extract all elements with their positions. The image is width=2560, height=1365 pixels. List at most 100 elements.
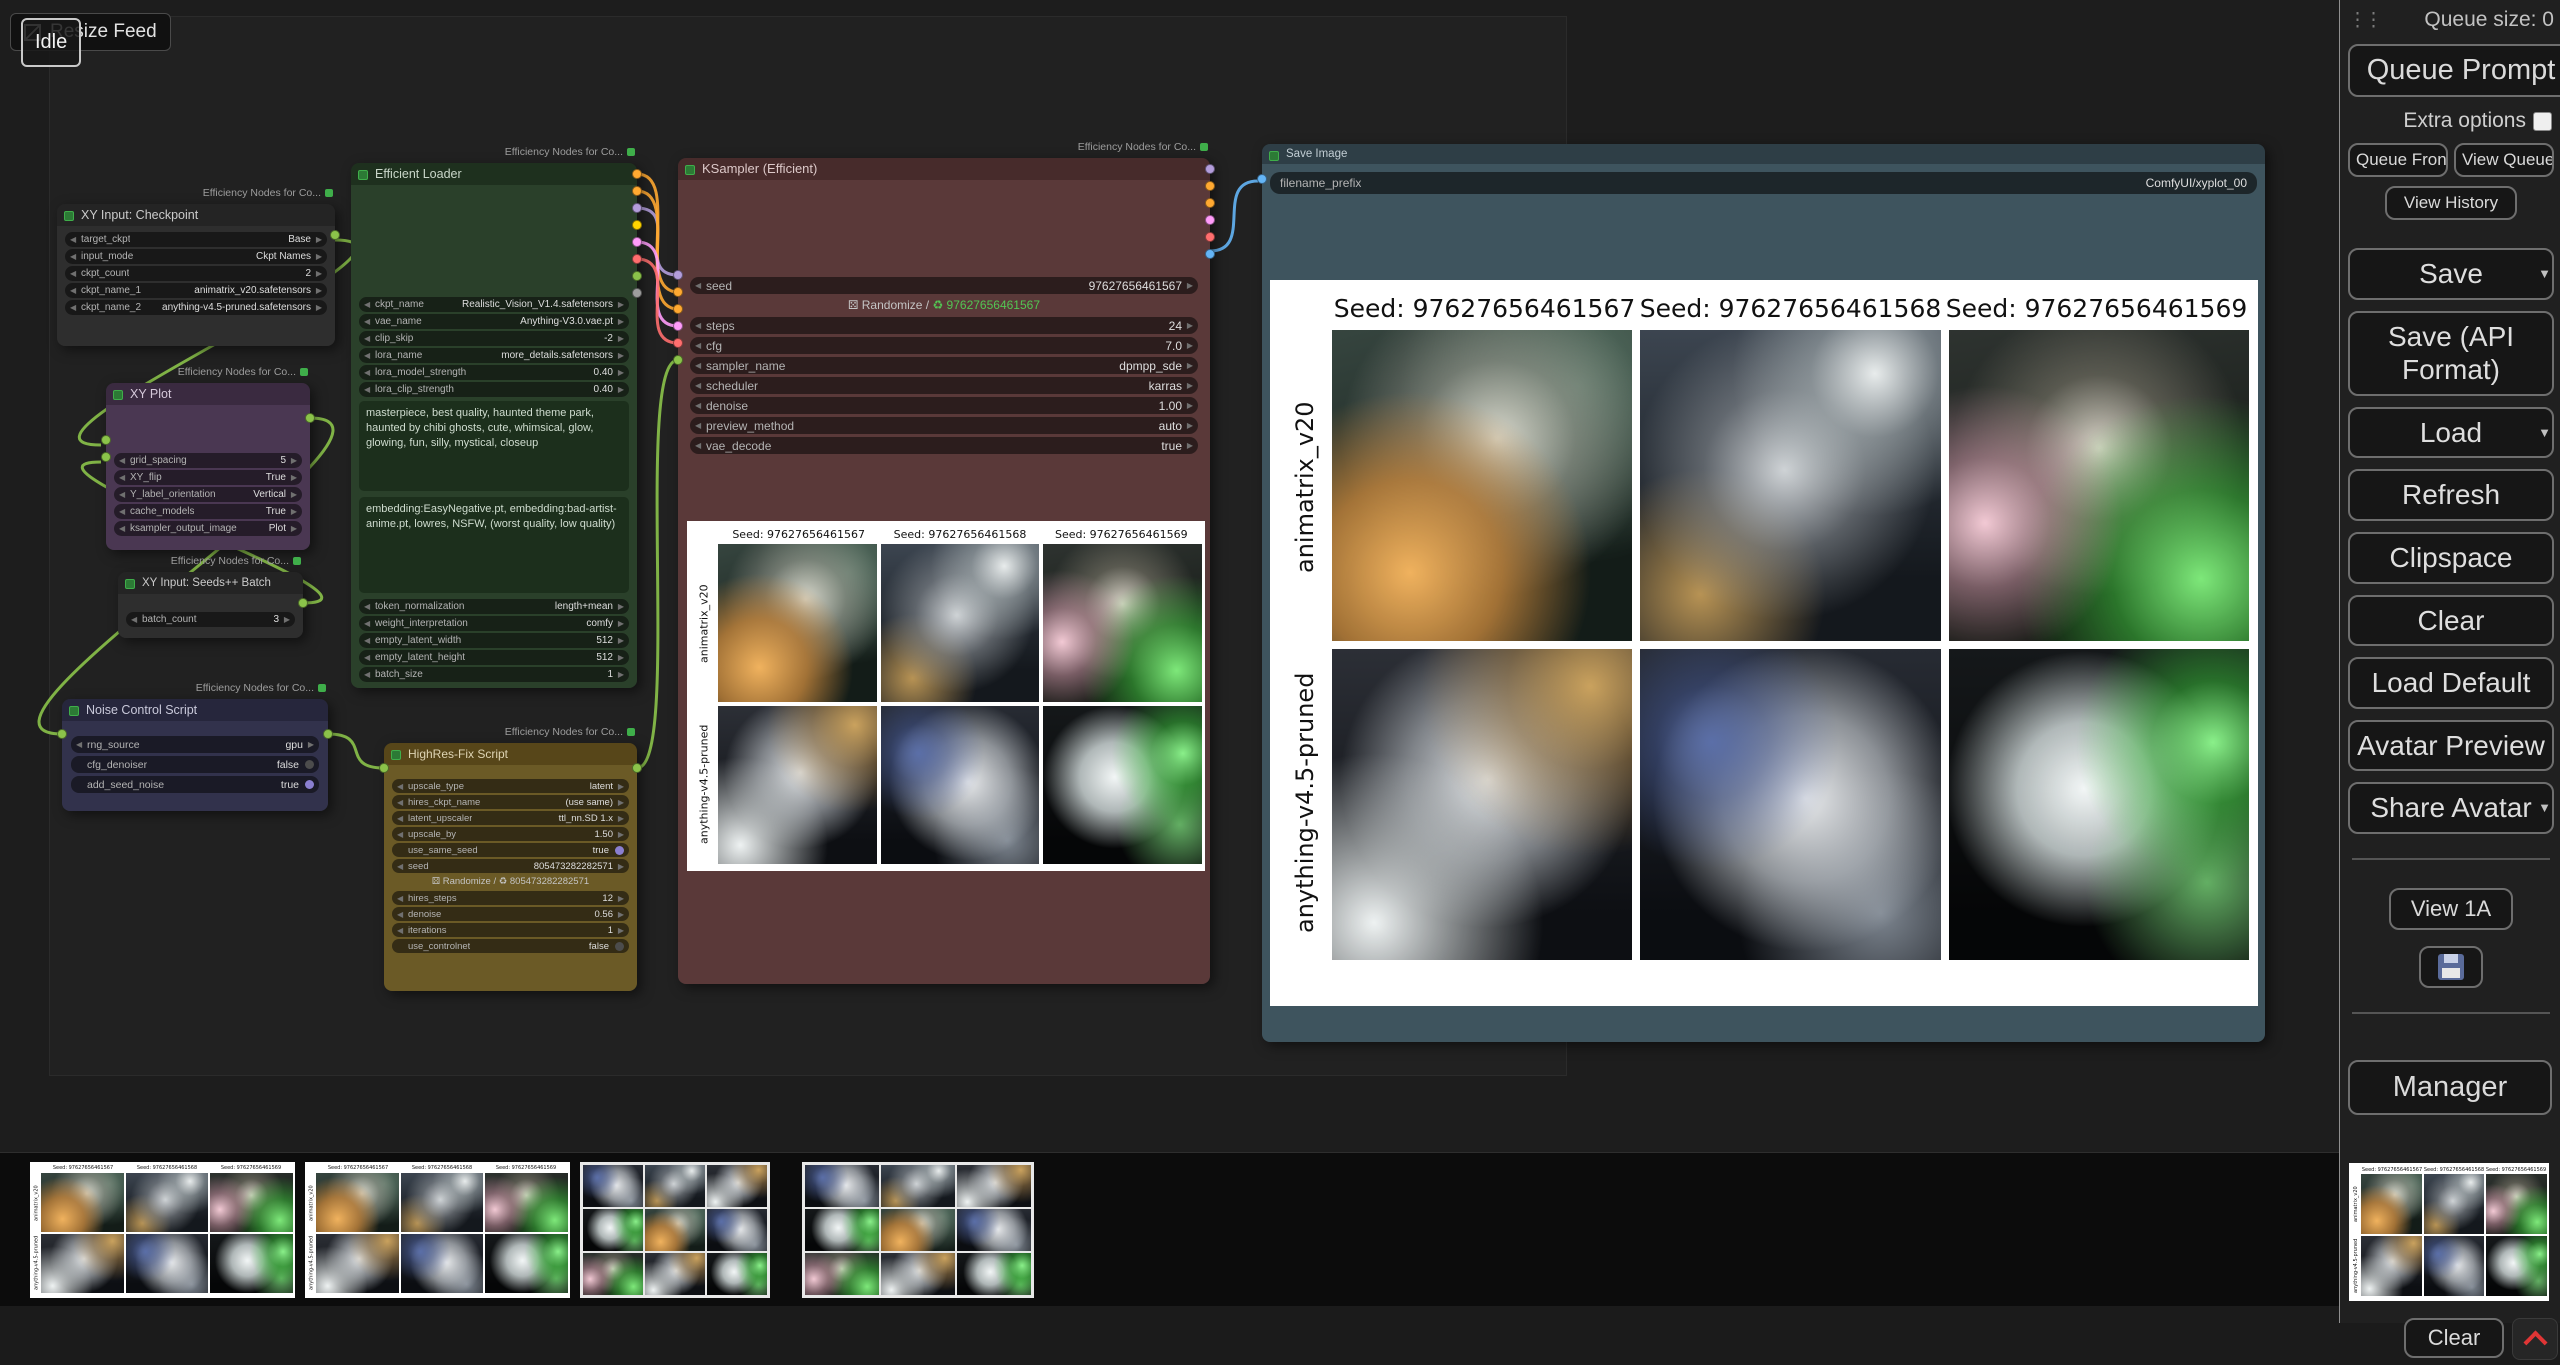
widget-target_ckpt[interactable]: ◀target_ckptBase▶ (65, 232, 327, 247)
decrement-arrow-icon[interactable]: ◀ (397, 798, 408, 807)
decrement-arrow-icon[interactable]: ◀ (364, 300, 375, 309)
feed-thumbnail-grid[interactable] (580, 1162, 770, 1298)
widget-clip_skip[interactable]: ◀clip_skip-2▶ (359, 331, 629, 346)
widget-token_normalization[interactable]: ◀token_normalizationlength+mean▶ (359, 599, 629, 614)
connection-slot[interactable] (1205, 164, 1215, 174)
increment-arrow-icon[interactable]: ▶ (613, 910, 624, 919)
connection-slot[interactable] (632, 288, 642, 298)
connection-slot[interactable] (632, 271, 642, 281)
widget-input_mode[interactable]: ◀input_modeCkpt Names▶ (65, 249, 327, 264)
decrement-arrow-icon[interactable]: ◀ (397, 894, 408, 903)
widget-steps[interactable]: ◀steps24▶ (690, 317, 1198, 334)
negative-prompt-text[interactable]: embedding:EasyNegative.pt, embedding:bad… (359, 497, 629, 593)
increment-arrow-icon[interactable]: ▶ (613, 351, 624, 360)
view-history-button[interactable]: View History (2385, 186, 2517, 220)
increment-arrow-icon[interactable]: ▶ (286, 456, 297, 465)
increment-arrow-icon[interactable]: ▶ (311, 252, 322, 261)
node-graph-canvas[interactable]: Idle Efficiency Nodes for Co... XY Input… (0, 0, 2560, 1365)
decrement-arrow-icon[interactable]: ◀ (364, 636, 375, 645)
decrement-arrow-icon[interactable]: ◀ (70, 235, 81, 244)
increment-arrow-icon[interactable]: ▶ (613, 636, 624, 645)
sidebar-load-default-button[interactable]: Load Default (2348, 657, 2554, 709)
connection-slot[interactable] (1205, 181, 1215, 191)
decrement-arrow-icon[interactable]: ◀ (70, 286, 81, 295)
sidebar-load-button[interactable]: Load▼ (2348, 407, 2554, 459)
widget-batch_count[interactable]: ◀batch_count3▶ (126, 612, 295, 627)
toggle-dot-icon[interactable] (305, 760, 314, 769)
increment-arrow-icon[interactable]: ▶ (613, 317, 624, 326)
widget-iterations[interactable]: ◀iterations1▶ (392, 923, 629, 937)
increment-arrow-icon[interactable]: ▶ (311, 235, 322, 244)
increment-arrow-icon[interactable]: ▶ (1182, 321, 1193, 330)
widget-lora_model_strength[interactable]: ◀lora_model_strength0.40▶ (359, 365, 629, 380)
toggle-dot-icon[interactable] (305, 780, 314, 789)
widget-seed[interactable]: ◀seed97627656461567▶ (690, 277, 1198, 294)
positive-prompt-text[interactable]: masterpiece, best quality, haunted theme… (359, 401, 629, 491)
decrement-arrow-icon[interactable]: ◀ (695, 361, 706, 370)
increment-arrow-icon[interactable]: ▶ (286, 490, 297, 499)
widget-denoise[interactable]: ◀denoise0.56▶ (392, 907, 629, 921)
widget-XY_flip[interactable]: ◀XY_flipTrue▶ (114, 470, 302, 485)
widget-grid_spacing[interactable]: ◀grid_spacing5▶ (114, 453, 302, 468)
widget-Y_label_orientation[interactable]: ◀Y_label_orientationVertical▶ (114, 487, 302, 502)
decrement-arrow-icon[interactable]: ◀ (70, 303, 81, 312)
increment-arrow-icon[interactable]: ▶ (613, 385, 624, 394)
node-title[interactable]: Save Image (1262, 144, 2265, 164)
decrement-arrow-icon[interactable]: ◀ (397, 830, 408, 839)
connection-slot[interactable] (632, 186, 642, 196)
connection-slot[interactable] (1205, 198, 1215, 208)
widget-ckpt_name[interactable]: ◀ckpt_nameRealistic_Vision_V1.4.safetens… (359, 297, 629, 312)
connection-slot[interactable] (632, 237, 642, 247)
node-title[interactable]: HighRes-Fix Script (384, 743, 637, 765)
decrement-arrow-icon[interactable]: ◀ (695, 441, 706, 450)
widget-lora_clip_strength[interactable]: ◀lora_clip_strength0.40▶ (359, 382, 629, 397)
node-title[interactable]: XY Input: Checkpoint (57, 204, 335, 226)
decrement-arrow-icon[interactable]: ◀ (397, 782, 408, 791)
view-queue-button[interactable]: View Queue (2454, 143, 2554, 177)
node-ksampler-efficient[interactable]: Efficiency Nodes for Co... KSampler (Eff… (678, 158, 1210, 984)
node-highres-fix-script[interactable]: Efficiency Nodes for Co... HighRes-Fix S… (384, 743, 637, 991)
collapse-toggle-icon[interactable] (69, 706, 79, 716)
decrement-arrow-icon[interactable]: ◀ (695, 381, 706, 390)
sidebar-clipspace-button[interactable]: Clipspace (2348, 532, 2554, 584)
widget-upscale_type[interactable]: ◀upscale_typelatent▶ (392, 779, 629, 793)
increment-arrow-icon[interactable]: ▶ (613, 670, 624, 679)
connection-slot[interactable] (673, 321, 683, 331)
sidebar-share-avatar-button[interactable]: Share Avatar▼ (2348, 782, 2554, 834)
decrement-arrow-icon[interactable]: ◀ (131, 615, 142, 624)
dropdown-caret-icon[interactable]: ▼ (2538, 800, 2551, 816)
collapse-toggle-icon[interactable] (391, 750, 401, 760)
increment-arrow-icon[interactable]: ▶ (1182, 361, 1193, 370)
feed-clear-button[interactable]: Clear (2404, 1318, 2504, 1358)
increment-arrow-icon[interactable]: ▶ (1182, 381, 1193, 390)
increment-arrow-icon[interactable]: ▶ (286, 524, 297, 533)
node-title[interactable]: Efficient Loader (351, 163, 637, 185)
connection-slot[interactable] (673, 270, 683, 280)
connection-slot[interactable] (632, 169, 642, 179)
node-xy-input-seeds-batch[interactable]: Efficiency Nodes for Co... XY Input: See… (118, 572, 303, 638)
connection-slot[interactable] (57, 729, 67, 739)
connection-slot[interactable] (632, 254, 642, 264)
increment-arrow-icon[interactable]: ▶ (613, 926, 624, 935)
sidebar-save-button[interactable]: Save▼ (2348, 248, 2554, 300)
increment-arrow-icon[interactable]: ▶ (613, 798, 624, 807)
decrement-arrow-icon[interactable]: ◀ (364, 653, 375, 662)
node-save-image[interactable]: Save Image filename_prefix ComfyUI/xyplo… (1262, 144, 2265, 1042)
decrement-arrow-icon[interactable]: ◀ (119, 524, 130, 533)
widget-cfg[interactable]: ◀cfg7.0▶ (690, 337, 1198, 354)
collapse-toggle-icon[interactable] (125, 579, 135, 589)
queue-prompt-button[interactable]: Queue Prompt (2348, 44, 2560, 97)
queue-front-button[interactable]: Queue Front (2348, 143, 2448, 177)
node-title[interactable]: XY Plot (106, 383, 310, 405)
sidebar-clear-button[interactable]: Clear (2348, 595, 2554, 647)
node-xy-input-checkpoint[interactable]: Efficiency Nodes for Co... XY Input: Che… (57, 204, 335, 346)
image-feed-strip[interactable]: Seed: 97627656461567Seed: 97627656461568… (0, 1152, 2339, 1306)
increment-arrow-icon[interactable]: ▶ (1182, 421, 1193, 430)
decrement-arrow-icon[interactable]: ◀ (364, 351, 375, 360)
decrement-arrow-icon[interactable]: ◀ (364, 670, 375, 679)
decrement-arrow-icon[interactable]: ◀ (70, 252, 81, 261)
increment-arrow-icon[interactable]: ▶ (613, 619, 624, 628)
feed-thumbnail-plot[interactable]: Seed: 97627656461567Seed: 97627656461568… (305, 1162, 570, 1298)
manager-button[interactable]: Manager (2348, 1060, 2552, 1115)
node-noise-control-script[interactable]: Efficiency Nodes for Co... Noise Control… (62, 699, 328, 811)
